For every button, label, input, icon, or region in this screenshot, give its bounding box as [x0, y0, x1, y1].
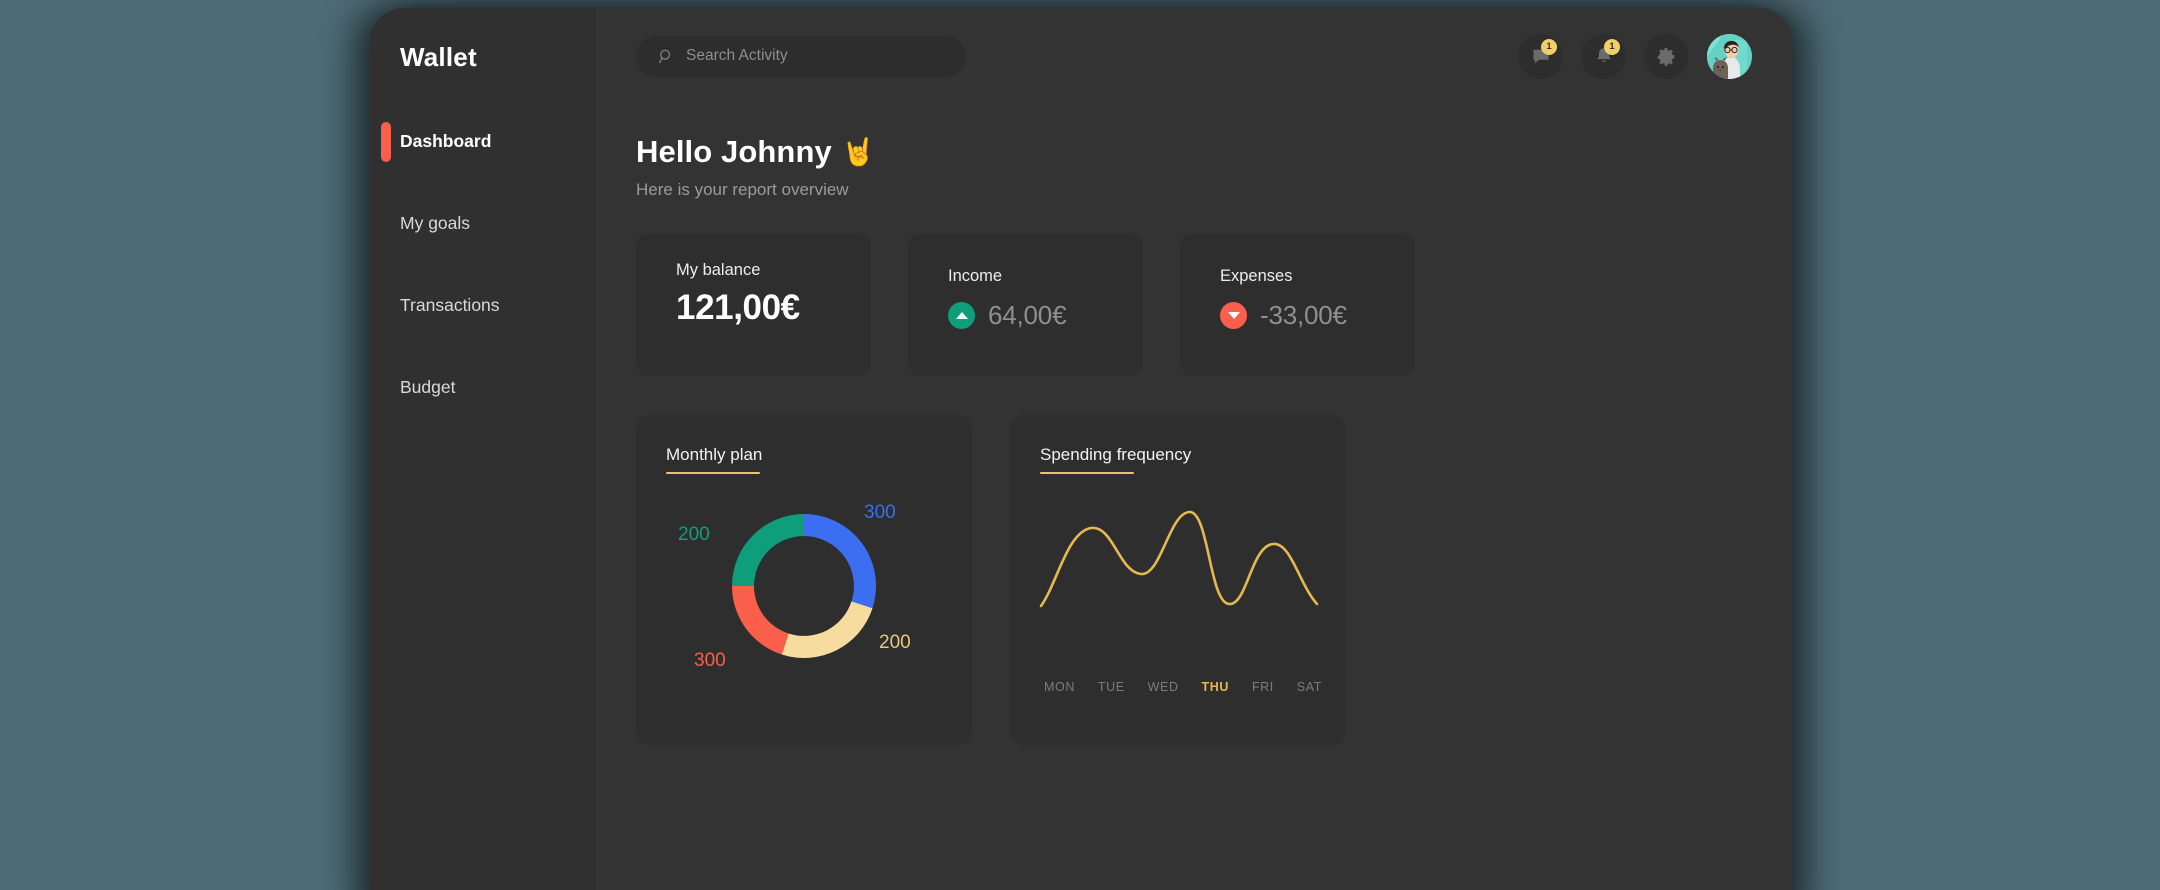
balance-value: 121,00€ [676, 288, 800, 327]
search-input[interactable] [686, 47, 966, 65]
screen: Wallet Dashboard My goals Transactions B… [0, 0, 2160, 890]
expenses-card[interactable]: Expenses -33,00€ [1180, 233, 1415, 376]
xtick-thu: THU [1201, 680, 1230, 694]
arrow-up-icon [948, 302, 975, 329]
donut-label-blue: 300 [864, 502, 896, 523]
sidebar-item-label: Dashboard [400, 131, 492, 151]
line-chart-svg [1039, 510, 1319, 608]
topbar: 1 1 [598, 8, 1792, 104]
sidebar-item-transactions[interactable]: Transactions [370, 285, 597, 326]
search-box[interactable] [636, 35, 966, 77]
xtick-sat: SAT [1296, 680, 1322, 694]
topbar-actions: 1 1 [1518, 33, 1752, 79]
stats-row: My balance 121,00€ Income 64,00€ Expense… [598, 200, 1792, 376]
line-chart: MON TUE WED THU FRI SAT [1010, 488, 1346, 694]
monthly-plan-title: Monthly plan [666, 445, 763, 464]
line-chart-xaxis: MON TUE WED THU FRI SAT [1010, 680, 1346, 694]
sidebar-item-my-goals[interactable]: My goals [370, 203, 597, 244]
sidebar-item-budget[interactable]: Budget [370, 367, 597, 408]
spending-frequency-card[interactable]: Spending frequency MON TUE WED THU FRI S… [1010, 415, 1346, 745]
donut-label-red: 300 [694, 650, 726, 671]
donut-label-yellow: 200 [879, 632, 911, 653]
line-chart-path [1039, 510, 1319, 608]
xtick-mon: MON [1044, 680, 1075, 694]
greeting-subtitle: Here is your report overview [636, 180, 849, 199]
user-avatar[interactable] [1707, 33, 1752, 79]
greeting-block: Hello Johnny 🤘 Here is your report overv… [598, 104, 1792, 200]
donut-segment-yellow [781, 601, 873, 659]
search-icon [658, 49, 671, 63]
sidebar-item-label: Budget [400, 377, 456, 397]
spending-frequency-title: Spending frequency [1040, 445, 1192, 464]
donut-label-green: 200 [678, 524, 710, 545]
greeting-title: Hello Johnny 🤘 [636, 134, 1754, 170]
main-content: 1 1 [598, 8, 1792, 890]
donut-segment-green [732, 514, 804, 586]
expenses-row: -33,00€ [1220, 300, 1415, 331]
sidebar-nav: Dashboard My goals Transactions Budget [370, 121, 597, 408]
charts-row: Monthly plan 300 200 300 200 Spending fr… [598, 376, 1792, 745]
notifications-button[interactable]: 1 [1581, 33, 1626, 79]
expenses-label: Expenses [1220, 267, 1293, 285]
sidebar: Wallet Dashboard My goals Transactions B… [370, 8, 598, 890]
messages-button[interactable]: 1 [1518, 33, 1563, 79]
income-value: 64,00€ [988, 300, 1067, 330]
monthly-plan-card[interactable]: Monthly plan 300 200 300 200 [636, 415, 972, 745]
arrow-down-icon [1220, 302, 1247, 329]
avatar-illustration [1707, 33, 1752, 79]
settings-button[interactable] [1644, 33, 1689, 79]
rock-hand-emoji-icon: 🤘 [841, 137, 876, 167]
xtick-tue: TUE [1097, 680, 1125, 694]
gear-icon [1657, 47, 1675, 66]
notifications-badge: 1 [1604, 38, 1620, 55]
messages-badge: 1 [1541, 38, 1557, 55]
title-underline [1040, 472, 1134, 474]
xtick-fri: FRI [1251, 680, 1274, 694]
sidebar-item-dashboard[interactable]: Dashboard [370, 121, 597, 162]
sidebar-item-label: Transactions [400, 295, 500, 315]
title-underline [666, 472, 760, 474]
expenses-value: -33,00€ [1260, 300, 1347, 330]
donut-segment-blue [804, 514, 877, 609]
balance-label: My balance [676, 261, 761, 279]
income-card[interactable]: Income 64,00€ [908, 233, 1143, 376]
xtick-wed: WED [1147, 680, 1179, 694]
app-brand-title: Wallet [400, 42, 477, 72]
income-label: Income [948, 267, 1003, 285]
donut-segment-red [732, 586, 789, 655]
donut-chart: 300 200 300 200 [636, 480, 972, 700]
greeting-text: Hello Johnny [636, 134, 832, 169]
app-window: Wallet Dashboard My goals Transactions B… [370, 8, 1792, 890]
income-row: 64,00€ [948, 300, 1143, 331]
sidebar-item-label: My goals [400, 213, 471, 233]
active-indicator [381, 121, 391, 162]
balance-card[interactable]: My balance 121,00€ [636, 233, 871, 376]
